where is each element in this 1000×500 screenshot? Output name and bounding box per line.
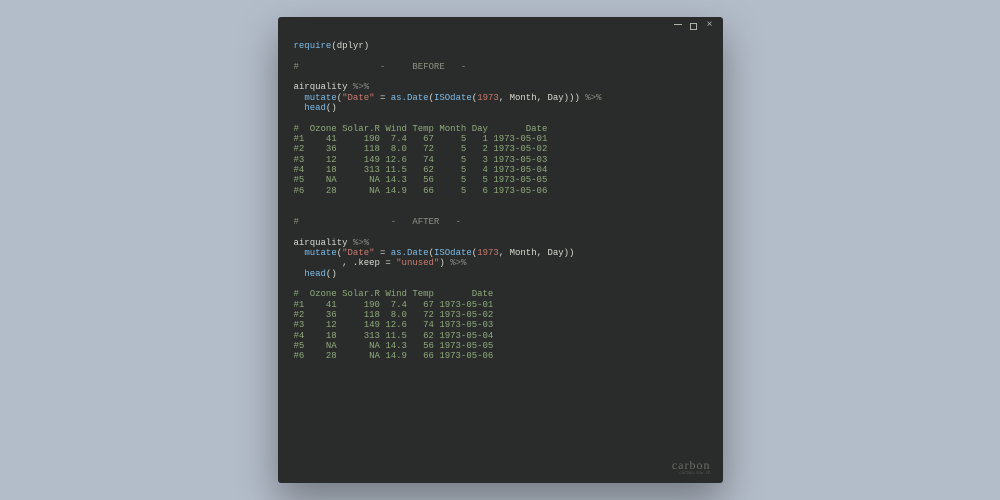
output1-row: #3 12 149 12.6 74 5 3 1973-05-03: [294, 155, 548, 165]
close-icon[interactable]: ×: [705, 21, 715, 31]
watermark: carbon carbon.now.sh: [672, 459, 711, 475]
minimize-icon[interactable]: [673, 21, 683, 31]
output2-row: #6 28 NA 14.9 66 1973-05-06: [294, 351, 494, 361]
separator-before: # - BEFORE -: [294, 62, 467, 72]
code-block: require(dplyr) # - BEFORE - airquality %…: [294, 41, 707, 362]
output1-row: #5 NA NA 14.3 56 5 5 1973-05-05: [294, 175, 548, 185]
output2-row: #2 36 118 8.0 72 1973-05-02: [294, 310, 494, 320]
output1-row: #2 36 118 8.0 72 5 2 1973-05-02: [294, 144, 548, 154]
window-controls: ×: [673, 21, 715, 31]
output1-header: # Ozone Solar.R Wind Temp Month Day Date: [294, 124, 548, 134]
maximize-icon[interactable]: [689, 21, 699, 31]
output1-row: #4 18 313 11.5 62 5 4 1973-05-04: [294, 165, 548, 175]
code-window: × require(dplyr) # - BEFORE - airquality…: [278, 17, 723, 483]
output2-row: #1 41 190 7.4 67 1973-05-01: [294, 300, 494, 310]
fn-require: require: [294, 41, 332, 51]
output2-row: #5 NA NA 14.3 56 1973-05-05: [294, 341, 494, 351]
output2-header: # Ozone Solar.R Wind Temp Date: [294, 289, 494, 299]
output2-row: #3 12 149 12.6 74 1973-05-03: [294, 320, 494, 330]
separator-after: # - AFTER -: [294, 217, 461, 227]
output1-row: #1 41 190 7.4 67 5 1 1973-05-01: [294, 134, 548, 144]
output2-row: #4 18 313 11.5 62 1973-05-04: [294, 331, 494, 341]
output1-row: #6 28 NA 14.9 66 5 6 1973-05-06: [294, 186, 548, 196]
